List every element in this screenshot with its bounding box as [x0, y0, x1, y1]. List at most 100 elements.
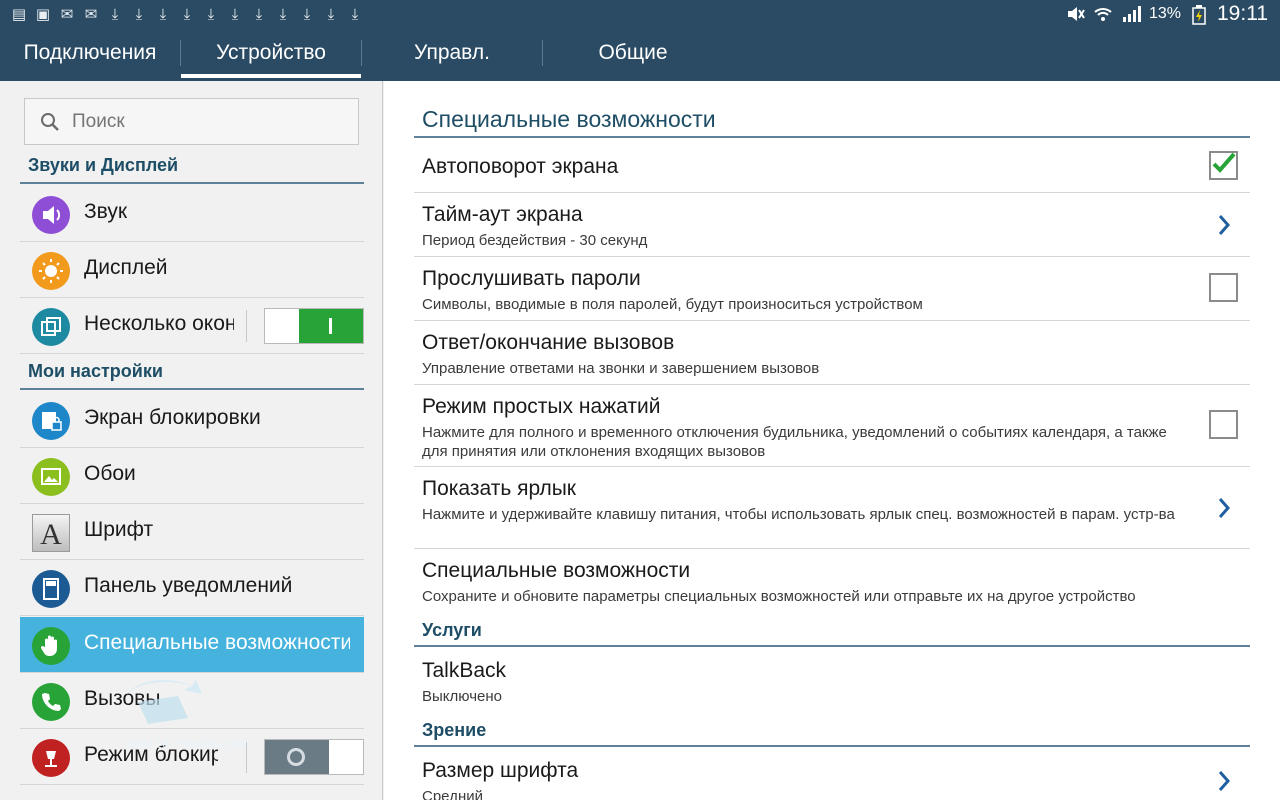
search-input[interactable] [72, 107, 342, 137]
download-icon: ⤓ [231, 6, 239, 23]
setting-label: TalkBack [422, 659, 507, 682]
multi-window-icon [32, 308, 70, 346]
sidebar-item-display[interactable]: Дисплей [20, 242, 364, 298]
setting-label: Показать ярлык [422, 477, 576, 500]
download-icon: ⤓ [135, 6, 143, 23]
blocking-mode-toggle[interactable] [264, 739, 364, 775]
setting-summary: Средний [422, 788, 483, 800]
mute-icon [1065, 5, 1085, 23]
blocking-mode-icon [32, 739, 70, 777]
tab-bar: Подключения Устройство Управл. Общие [0, 30, 1280, 81]
display-icon [32, 252, 70, 290]
speak-passwords-checkbox[interactable] [1209, 273, 1238, 302]
download-icon: ⤓ [111, 6, 119, 23]
sidebar-item-label: Экран блокировки [84, 406, 261, 429]
sidebar-item-sound[interactable]: Звук [20, 186, 364, 242]
battery-percent: 13% [1148, 5, 1181, 22]
item-divider [246, 310, 247, 342]
sidebar-item-lock-screen[interactable]: Экран блокировки [20, 392, 364, 448]
setting-label: Тайм-аут экрана [422, 203, 583, 226]
wifi-icon [1093, 5, 1113, 23]
sidebar-item-label: Панель уведомлений [84, 574, 293, 597]
sidebar-item-font[interactable]: A Шрифт [20, 504, 364, 560]
setting-font-size[interactable]: Размер шрифта Средний [414, 749, 1250, 800]
setting-summary: Сохраните и обновите параметры специальн… [422, 588, 1136, 605]
clock: 19:11 [1217, 2, 1268, 25]
phone-icon [32, 683, 70, 721]
auto-rotate-checkbox[interactable] [1209, 151, 1238, 180]
chevron-right-icon [1218, 215, 1231, 235]
setting-summary: Нажмите для полного и временного отключе… [422, 424, 1167, 460]
svg-text:A: A [40, 518, 62, 551]
setting-label: Размер шрифта [422, 759, 579, 782]
setting-label: Режим простых нажатий [422, 395, 661, 418]
setting-label: Автоповорот экрана [422, 155, 619, 178]
search-box[interactable] [24, 98, 359, 145]
watermark-text: mobile-review.com [126, 737, 249, 751]
notification-panel-icon [32, 570, 70, 608]
page-title: Специальные возможности [422, 106, 716, 132]
gallery-icon: ▣ [35, 6, 51, 23]
tab-controls[interactable]: Управл. [362, 30, 542, 81]
check-icon [1212, 152, 1236, 173]
setting-label: Ответ/окончание вызовов [422, 331, 675, 354]
section-my-settings: Мои настройки [20, 356, 364, 390]
setting-label: Специальные возможности [422, 559, 691, 582]
toggle-on-segment [299, 309, 363, 343]
notification-icons[interactable]: ▤ ▣ ✉ ✉ ⤓ ⤓ ⤓ ⤓ ⤓ ⤓ ⤓ ⤓ ⤓ ⤓ ⤓ [10, 4, 364, 26]
lock-screen-icon [32, 402, 70, 440]
section-services: Услуги [414, 617, 1250, 647]
setting-manage-accessibility[interactable]: Специальные возможности Сохраните и обно… [414, 549, 1250, 613]
setting-summary: Выключено [422, 688, 502, 705]
sidebar-item-label: Специальные возможности [84, 631, 350, 654]
download-icon: ⤓ [303, 6, 311, 23]
sidebar-item-label: Обои [84, 462, 136, 485]
chevron-right-icon [1218, 771, 1231, 791]
setting-summary: Символы, вводимые в поля паролей, будут … [422, 296, 923, 313]
sidebar-item-label: Шрифт [84, 518, 154, 541]
setting-answer-end-calls[interactable]: Ответ/окончание вызовов Управление ответ… [414, 321, 1250, 385]
setting-single-tap-mode[interactable]: Режим простых нажатий Нажмите для полног… [414, 385, 1250, 467]
setting-speak-passwords[interactable]: Прослушивать пароли Символы, вводимые в … [414, 257, 1250, 321]
status-bar: ▤ ▣ ✉ ✉ ⤓ ⤓ ⤓ ⤓ ⤓ ⤓ ⤓ ⤓ ⤓ ⤓ ⤓ 13% 19:11 [0, 0, 1280, 30]
battery-charging-icon [1189, 5, 1209, 25]
setting-show-shortcut[interactable]: Показать ярлык Нажмите и удерживайте кла… [414, 467, 1250, 549]
sidebar-item-label: Звук [84, 200, 128, 223]
search-icon [41, 113, 59, 131]
accessibility-icon [32, 627, 70, 665]
settings-sidebar: Звуки и Дисплей Звук Дисплей Несколько о… [0, 81, 383, 800]
setting-summary: Нажмите и удерживайте клавишу питания, ч… [422, 506, 1175, 523]
tab-device[interactable]: Устройство [181, 30, 361, 81]
toggle-off-segment [265, 740, 329, 774]
single-tap-mode-checkbox[interactable] [1209, 410, 1238, 439]
sim-icon: ▤ [11, 6, 27, 23]
sidebar-item-wallpaper[interactable]: Обои [20, 448, 364, 504]
tab-general[interactable]: Общие [543, 30, 723, 81]
setting-talkback[interactable]: TalkBack Выключено [414, 649, 1250, 713]
section-vision: Зрение [414, 717, 1250, 747]
message-icon: ✉ [84, 6, 98, 23]
sidebar-item-label: Дисплей [84, 256, 168, 279]
setting-auto-rotate[interactable]: Автоповорот экрана [414, 138, 1250, 193]
download-icon: ⤓ [279, 6, 287, 23]
accessibility-settings: Специальные возможности Автоповорот экра… [384, 81, 1280, 800]
sidebar-item-notification-panel[interactable]: Панель уведомлений [20, 560, 364, 616]
system-indicators: 13% 19:11 [1065, 2, 1268, 26]
sidebar-item-label: Несколько окон [84, 312, 234, 335]
signal-icon [1121, 5, 1141, 23]
tab-connections[interactable]: Подключения [0, 30, 180, 81]
download-icon: ⤓ [327, 6, 335, 23]
setting-screen-timeout[interactable]: Тайм-аут экрана Период бездействия - 30 … [414, 193, 1250, 257]
chevron-right-icon [1218, 498, 1231, 518]
font-icon: A [32, 514, 70, 552]
sidebar-item-multi-window[interactable]: Несколько окон [20, 298, 364, 354]
download-icon: ⤓ [351, 6, 359, 23]
download-icon: ⤓ [207, 6, 215, 23]
sidebar-item-accessibility[interactable]: Специальные возможности [20, 617, 364, 673]
multi-window-toggle[interactable] [264, 308, 364, 344]
sound-icon [32, 196, 70, 234]
download-icon: ⤓ [159, 6, 167, 23]
mail-icon: ✉ [60, 6, 74, 23]
setting-label: Прослушивать пароли [422, 267, 641, 290]
setting-summary: Период бездействия - 30 секунд [422, 232, 648, 249]
